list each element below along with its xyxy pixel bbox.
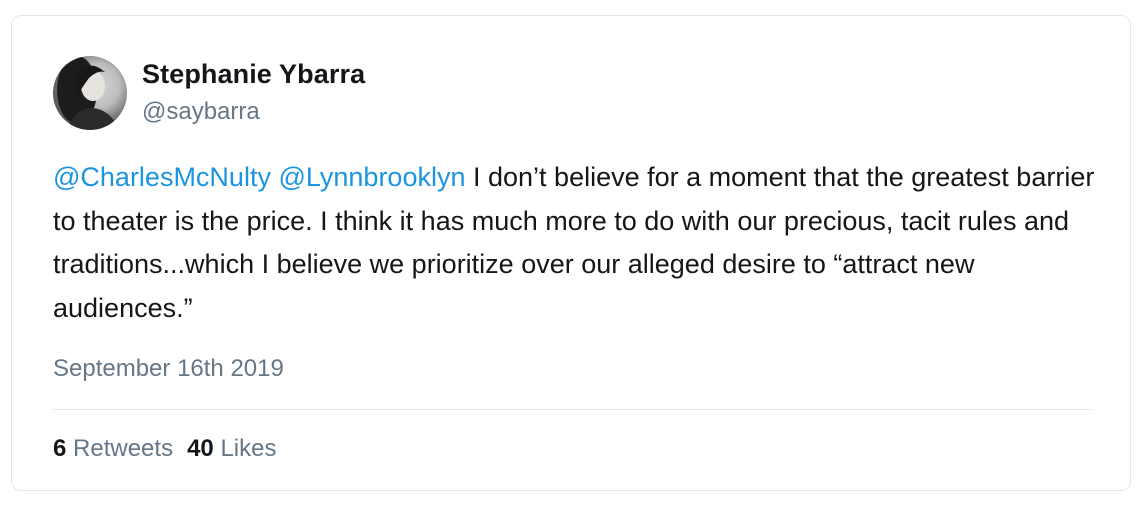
retweets-label: Retweets (73, 435, 174, 462)
tweet-card: Stephanie Ybarra @saybarra @CharlesMcNul… (11, 15, 1131, 491)
tweet-text: @CharlesMcNulty @Lynnbrooklyn I don’t be… (53, 156, 1103, 330)
tweet-stats: 6 Retweets 40 Likes (53, 435, 276, 463)
avatar-photo-icon (57, 56, 119, 130)
divider (53, 409, 1092, 410)
likes-label: Likes (220, 435, 277, 462)
retweets-count: 6 (53, 435, 67, 462)
mention-link[interactable]: @Lynnbrooklyn (278, 162, 465, 192)
retweets-stat[interactable]: 6 Retweets (53, 435, 173, 462)
tweet-date[interactable]: September 16th 2019 (53, 355, 284, 383)
author-name[interactable]: Stephanie Ybarra (142, 59, 365, 90)
likes-stat[interactable]: 40 Likes (187, 435, 276, 462)
avatar[interactable] (53, 56, 127, 130)
likes-count: 40 (187, 435, 214, 462)
author-handle[interactable]: @saybarra (142, 98, 260, 126)
mention-link[interactable]: @CharlesMcNulty (53, 162, 271, 192)
